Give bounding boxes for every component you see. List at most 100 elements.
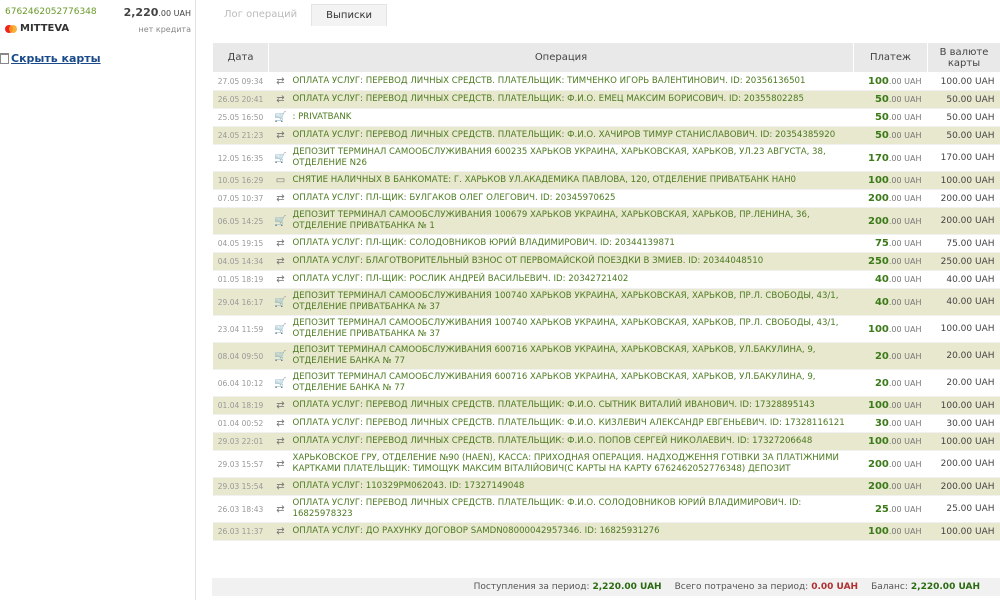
table-row[interactable]: 29.03 22:01 ⇄ ОПЛАТА УСЛУГ: ПЕРЕВОД ЛИЧНЫХ…	[212, 432, 1000, 451]
table-row[interactable]: 07.05 10:37 ⇄ ОПЛАТА УСЛУГ: ПЛ-ЩИК: БУЛГАК…	[212, 189, 1000, 208]
row-date: 23.04 11:59	[212, 315, 269, 343]
row-operation: ⇄ ОПЛАТА УСЛУГ: ПЕРЕВОД ЛИЧНЫХ СРЕДСТВ. П…	[268, 126, 854, 145]
sidebar: 6762462052776348 2,220.00 UAH MITTEVA не…	[0, 0, 196, 600]
row-payment: 50.00 UAH	[853, 108, 928, 127]
row-date: 06.04 10:12	[212, 369, 269, 397]
row-date: 10.05 16:29	[212, 171, 269, 190]
transfer-icon: ⇄	[276, 256, 285, 267]
row-operation-text: ОПЛАТА УСЛУГ: ПЛ-ЩИК: СОЛОДОВНИКОВ ЮРИЙ …	[292, 238, 675, 248]
table-row[interactable]: 26.05 20:41 ⇄ ОПЛАТА УСЛУГ: ПЕРЕВОД ЛИЧНЫХ…	[212, 90, 1000, 109]
row-operation-text: ДЕПОЗИТ ТЕРМИНАЛ САМООБСЛУЖИВАНИЯ 100679…	[292, 210, 810, 231]
table-row[interactable]: 06.05 14:25 🛒 ДЕПОЗИТ ТЕРМИНАЛ САМООБСЛУЖИ…	[212, 207, 1000, 235]
table-row[interactable]: 26.03 11:37 ⇄ ОПЛАТА УСЛУГ: ДО РАХУНКУ ДОГ…	[212, 522, 1000, 541]
col-header-card-currency[interactable]: В валюте карты	[927, 42, 1000, 73]
row-operation: 🛒 ДЕПОЗИТ ТЕРМИНАЛ САМООБСЛУЖИВАНИЯ 10074…	[268, 288, 854, 316]
hide-cards-link[interactable]: Скрыть карты	[0, 52, 101, 65]
row-card-currency: 40.00 UAH	[927, 288, 1000, 316]
table-row[interactable]: 29.03 15:54 ⇄ ОПЛАТА УСЛУГ: 110329PM062043…	[212, 477, 1000, 496]
row-payment: 40.00 UAH	[853, 288, 928, 316]
table-row[interactable]: 01.04 18:19 ⇄ ОПЛАТА УСЛУГ: ПЕРЕВОД ЛИЧНЫХ…	[212, 396, 1000, 415]
row-date: 29.03 15:54	[212, 477, 269, 496]
row-payment: 25.00 UAH	[853, 495, 928, 523]
row-card-currency: 200.00 UAH	[927, 477, 1000, 496]
row-operation-text: ОПЛАТА УСЛУГ: ПЛ-ЩИК: БУЛГАКОВ ОЛЕГ ОЛЕГ…	[292, 193, 616, 203]
row-operation-text: ДЕПОЗИТ ТЕРМИНАЛ САМООБСЛУЖИВАНИЯ 100740…	[292, 318, 839, 339]
row-card-currency: 25.00 UAH	[927, 495, 1000, 523]
transfer-icon: ⇄	[276, 400, 285, 411]
row-operation-text: ОПЛАТА УСЛУГ: ПЕРЕВОД ЛИЧНЫХ СРЕДСТВ. ПЛ…	[292, 498, 802, 519]
tab-operations-log[interactable]: Лог операций	[210, 4, 311, 26]
row-operation: 🛒 ДЕПОЗИТ ТЕРМИНАЛ САМООБСЛУЖИВАНИЯ 60071…	[268, 369, 854, 397]
row-payment: 75.00 UAH	[853, 234, 928, 253]
row-payment: 20.00 UAH	[853, 369, 928, 397]
row-date: 26.05 20:41	[212, 90, 269, 109]
row-operation: 🛒 ДЕПОЗИТ ТЕРМИНАЛ САМООБСЛУЖИВАНИЯ 10067…	[268, 207, 854, 235]
table-row[interactable]: 23.04 11:59 🛒 ДЕПОЗИТ ТЕРМИНАЛ САМООБСЛУЖИ…	[212, 315, 1000, 343]
table-row[interactable]: 01.05 18:19 ⇄ ОПЛАТА УСЛУГ: ПЛ-ЩИК: РОСЛИК…	[212, 270, 1000, 289]
col-header-payment[interactable]: Платеж	[853, 42, 928, 73]
cart-icon: 🛒	[274, 152, 287, 164]
transfer-icon: ⇄	[276, 94, 285, 105]
transfer-icon: ⇄	[276, 130, 285, 141]
row-card-currency: 50.00 UAH	[927, 126, 1000, 145]
transfer-icon: ⇄	[276, 503, 285, 515]
statement-table: Дата Операция Платеж В валюте карты 27.0…	[212, 42, 1000, 541]
table-row[interactable]: 06.04 10:12 🛒 ДЕПОЗИТ ТЕРМИНАЛ САМООБСЛУЖИ…	[212, 369, 1000, 397]
cart-icon: 🛒	[274, 323, 287, 335]
row-card-currency: 50.00 UAH	[927, 108, 1000, 127]
cart-icon: 🛒	[274, 350, 287, 362]
row-date: 08.04 09:50	[212, 342, 269, 370]
credit-note: нет кредита	[138, 25, 191, 34]
balance-label: Баланс:	[871, 582, 908, 592]
row-operation-text: ОПЛАТА УСЛУГ: ДО РАХУНКУ ДОГОВОР SAMDN08…	[292, 526, 660, 536]
row-payment: 20.00 UAH	[853, 342, 928, 370]
table-row[interactable]: 29.03 15:57 ⇄ ХАРЬКОВСКОЕ ГРУ, ОТДЕЛЕНИЕ №…	[212, 450, 1000, 478]
row-operation: ⇄ ОПЛАТА УСЛУГ: ДО РАХУНКУ ДОГОВОР SAMDN0…	[268, 522, 854, 541]
table-row[interactable]: 24.05 21:23 ⇄ ОПЛАТА УСЛУГ: ПЕРЕВОД ЛИЧНЫХ…	[212, 126, 1000, 145]
card-number: 6762462052776348	[5, 7, 97, 17]
table-row[interactable]: 12.05 16:35 🛒 ДЕПОЗИТ ТЕРМИНАЛ САМООБСЛУЖИ…	[212, 144, 1000, 172]
transfer-icon: ⇄	[276, 481, 285, 492]
row-card-currency: 75.00 UAH	[927, 234, 1000, 253]
row-operation-text: ДЕПОЗИТ ТЕРМИНАЛ САМООБСЛУЖИВАНИЯ 600716…	[292, 345, 816, 366]
row-date: 29.03 15:57	[212, 450, 269, 478]
row-payment: 100.00 UAH	[853, 396, 928, 415]
table-row[interactable]: 27.05 09:34 ⇄ ОПЛАТА УСЛУГ: ПЕРЕВОД ЛИЧНЫХ…	[212, 72, 1000, 91]
row-payment: 50.00 UAH	[853, 126, 928, 145]
table-row[interactable]: 01.04 00:52 ⇄ ОПЛАТА УСЛУГ: ПЕРЕВОД ЛИЧНЫХ…	[212, 414, 1000, 433]
row-card-currency: 100.00 UAH	[927, 72, 1000, 91]
row-payment: 100.00 UAH	[853, 522, 928, 541]
row-date: 26.03 18:43	[212, 495, 269, 523]
row-operation-text: ОПЛАТА УСЛУГ: БЛАГОТВОРИТЕЛЬНЫЙ ВЗНОС ОТ…	[292, 256, 764, 266]
row-operation-text: ОПЛАТА УСЛУГ: ПЕРЕВОД ЛИЧНЫХ СРЕДСТВ. ПЛ…	[292, 436, 813, 446]
spent-value: 0.00 UAH	[811, 582, 859, 592]
col-header-date[interactable]: Дата	[212, 42, 269, 73]
row-date: 06.05 14:25	[212, 207, 269, 235]
table-row[interactable]: 08.04 09:50 🛒 ДЕПОЗИТ ТЕРМИНАЛ САМООБСЛУЖИ…	[212, 342, 1000, 370]
table-row[interactable]: 25.05 16:50 🛒: PRIVATBANK 50.00 UAH 50.00 U…	[212, 108, 1000, 127]
table-row[interactable]: 04.05 14:34 ⇄ ОПЛАТА УСЛУГ: БЛАГОТВОРИТЕЛЬ…	[212, 252, 1000, 271]
row-payment: 200.00 UAH	[853, 189, 928, 208]
col-header-operation[interactable]: Операция	[268, 42, 854, 73]
row-operation: 🛒: PRIVATBANK	[268, 108, 854, 127]
row-card-currency: 50.00 UAH	[927, 90, 1000, 109]
row-card-currency: 170.00 UAH	[927, 144, 1000, 172]
row-payment: 100.00 UAH	[853, 72, 928, 91]
tab-statements[interactable]: Выписки	[311, 4, 388, 26]
atm-icon: ▭	[275, 175, 286, 186]
table-row[interactable]: 04.05 19:15 ⇄ ОПЛАТА УСЛУГ: ПЛ-ЩИК: СОЛОДО…	[212, 234, 1000, 253]
row-operation: ⇄ ОПЛАТА УСЛУГ: ПЛ-ЩИК: БУЛГАКОВ ОЛЕГ ОЛЕ…	[268, 189, 854, 208]
row-operation-text: ХАРЬКОВСКОЕ ГРУ, ОТДЕЛЕНИЕ №90 (НАЕN), К…	[292, 453, 839, 474]
mastercard-icon	[5, 24, 17, 33]
row-operation-text: ОПЛАТА УСЛУГ: ПЕРЕВОД ЛИЧНЫХ СРЕДСТВ. ПЛ…	[292, 76, 806, 86]
row-card-currency: 20.00 UAH	[927, 342, 1000, 370]
row-card-currency: 100.00 UAH	[927, 396, 1000, 415]
row-date: 04.05 14:34	[212, 252, 269, 271]
trash-icon	[0, 53, 9, 64]
row-date: 01.04 00:52	[212, 414, 269, 433]
table-row[interactable]: 29.04 16:17 🛒 ДЕПОЗИТ ТЕРМИНАЛ САМООБСЛУЖИ…	[212, 288, 1000, 316]
table-row[interactable]: 10.05 16:29 ▭ СНЯТИЕ НАЛИЧНЫХ В БАНКОМАТЕ:…	[212, 171, 1000, 190]
row-operation: ⇄ ХАРЬКОВСКОЕ ГРУ, ОТДЕЛЕНИЕ №90 (НАЕN), …	[268, 450, 854, 478]
row-operation-text: ДЕПОЗИТ ТЕРМИНАЛ САМООБСЛУЖИВАНИЯ 600235…	[292, 147, 826, 168]
table-row[interactable]: 26.03 18:43 ⇄ ОПЛАТА УСЛУГ: ПЕРЕВОД ЛИЧНЫХ…	[212, 495, 1000, 523]
